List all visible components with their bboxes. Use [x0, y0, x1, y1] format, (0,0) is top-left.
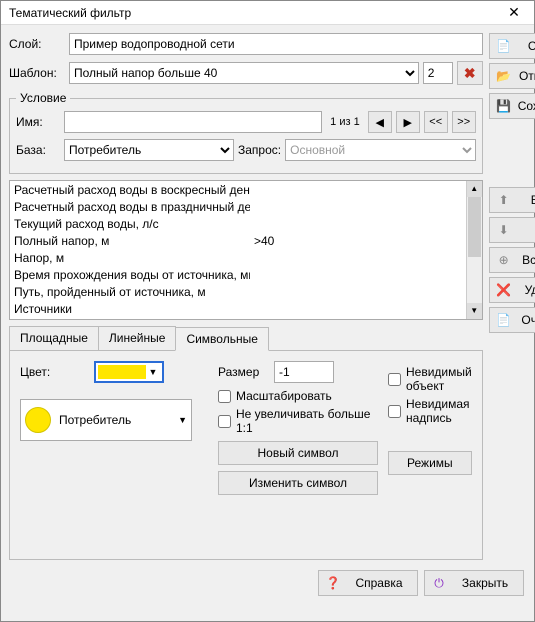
arrow-up-icon	[496, 192, 512, 208]
table-row[interactable]: Лиаметр выходного отверстия. м	[10, 317, 466, 319]
close-icon	[431, 575, 447, 591]
field-name: Расчетный расход воды в воскресный день,…	[10, 183, 250, 197]
size-label: Размер	[218, 365, 270, 379]
field-name: Текущий расход воды, л/с	[10, 217, 250, 231]
clear-button[interactable]: Очистить	[489, 307, 535, 333]
delete-x-icon: ✖	[464, 65, 476, 82]
field-list[interactable]: Расчетный расход воды в воскресный день,…	[9, 180, 483, 320]
symbol-preview-icon	[25, 407, 51, 433]
up-button[interactable]: Вверх	[489, 187, 535, 213]
table-row[interactable]: Полный напор, м>40	[10, 232, 466, 249]
scrollbar[interactable]: ▲ ▼	[466, 181, 482, 319]
field-value: >40	[250, 234, 466, 248]
tab-pane-symbol: Цвет: ▼ Потребитель ▼ Размер	[9, 350, 483, 560]
tab-line[interactable]: Линейные	[98, 326, 177, 350]
save-icon	[496, 98, 512, 114]
delete-icon	[496, 282, 512, 298]
pager-text: 1 из 1	[326, 111, 364, 133]
help-icon	[325, 575, 341, 591]
condition-legend: Условие	[16, 91, 70, 105]
field-name: Полный напор, м	[10, 234, 250, 248]
field-name: Напор, м	[10, 251, 250, 265]
table-row[interactable]: Расчетный расход воды в воскресный день,…	[10, 181, 466, 198]
symbol-type-value: Потребитель	[59, 413, 170, 427]
modes-button[interactable]: Режимы	[388, 451, 472, 475]
name-input[interactable]	[64, 111, 322, 133]
help-button[interactable]: Справка	[318, 570, 418, 596]
layer-icon	[496, 38, 512, 54]
base-label: База:	[16, 143, 60, 157]
template-select[interactable]: Полный напор больше 40	[69, 62, 419, 84]
condition-fieldset: Условие Имя: 1 из 1 ◀ ▶ << >> База: Потр…	[9, 91, 483, 174]
layer-button[interactable]: Слой...	[489, 33, 535, 59]
edit-symbol-button[interactable]: Изменить символ	[218, 471, 378, 495]
table-row[interactable]: Время прохождения воды от источника, мин	[10, 266, 466, 283]
chevron-down-icon: ▼	[146, 367, 160, 377]
invisible-label-checkbox[interactable]: Невидимая надпись	[388, 397, 472, 425]
down-button[interactable]: Вниз	[489, 217, 535, 243]
tab-area[interactable]: Площадные	[9, 326, 99, 350]
template-delete-button[interactable]: ✖	[457, 61, 483, 85]
delete-button[interactable]: Удалить	[489, 277, 535, 303]
base-select[interactable]: Потребитель	[64, 139, 234, 161]
layer-input[interactable]	[69, 33, 483, 55]
titlebar: Тематический фильтр ✕	[1, 1, 534, 25]
color-label: Цвет:	[20, 365, 90, 379]
table-row[interactable]: Путь, пройденный от источника, м	[10, 283, 466, 300]
pager-prev-button[interactable]: ◀	[368, 111, 392, 133]
save-button[interactable]: Сохранить	[489, 93, 535, 119]
pager-first-button[interactable]: <<	[424, 111, 448, 133]
table-row[interactable]: Напор, м	[10, 249, 466, 266]
symbol-type-combo[interactable]: Потребитель ▼	[20, 399, 192, 441]
scroll-thumb[interactable]	[468, 197, 481, 257]
new-symbol-button[interactable]: Новый символ	[218, 441, 378, 465]
query-label: Запрос:	[238, 143, 281, 157]
no-enlarge-checkbox[interactable]: Не увеличивать больше 1:1	[218, 407, 378, 435]
field-name: Время прохождения воды от источника, мин	[10, 268, 250, 282]
scroll-up-icon[interactable]: ▲	[467, 181, 482, 197]
insert-icon	[496, 252, 512, 268]
tab-symbol[interactable]: Символьные	[175, 327, 268, 351]
size-input[interactable]	[274, 361, 334, 383]
field-name: Расчетный расход воды в праздничный день…	[10, 200, 250, 214]
layer-label: Слой:	[9, 37, 65, 51]
field-name: Источники	[10, 302, 250, 316]
window-close-button[interactable]: ✕	[494, 4, 534, 21]
template-count-input[interactable]	[423, 62, 453, 84]
open-icon	[496, 68, 512, 84]
scale-checkbox[interactable]: Масштабировать	[218, 389, 378, 403]
color-picker[interactable]: ▼	[94, 361, 164, 383]
pager-next-button[interactable]: ▶	[396, 111, 420, 133]
pager-last-button[interactable]: >>	[452, 111, 476, 133]
chevron-down-icon: ▼	[178, 415, 187, 425]
clear-icon	[496, 312, 512, 328]
invisible-object-checkbox[interactable]: Невидимый объект	[388, 365, 472, 393]
arrow-down-icon	[496, 222, 512, 238]
open-button[interactable]: Открыть...	[489, 63, 535, 89]
close-button[interactable]: Закрыть	[424, 570, 524, 596]
table-row[interactable]: Текущий расход воды, л/с	[10, 215, 466, 232]
insert-button[interactable]: Вставить	[489, 247, 535, 273]
field-name: Лиаметр выходного отверстия. м	[10, 319, 250, 320]
table-row[interactable]: Расчетный расход воды в праздничный день…	[10, 198, 466, 215]
tabs: Площадные Линейные Символьные	[9, 326, 483, 350]
query-select[interactable]: Основной	[285, 139, 476, 161]
table-row[interactable]: Источники	[10, 300, 466, 317]
name-label: Имя:	[16, 115, 60, 129]
window-title: Тематический фильтр	[9, 6, 494, 20]
template-label: Шаблон:	[9, 66, 65, 80]
scroll-down-icon[interactable]: ▼	[467, 303, 482, 319]
field-name: Путь, пройденный от источника, м	[10, 285, 250, 299]
color-swatch	[98, 365, 146, 379]
